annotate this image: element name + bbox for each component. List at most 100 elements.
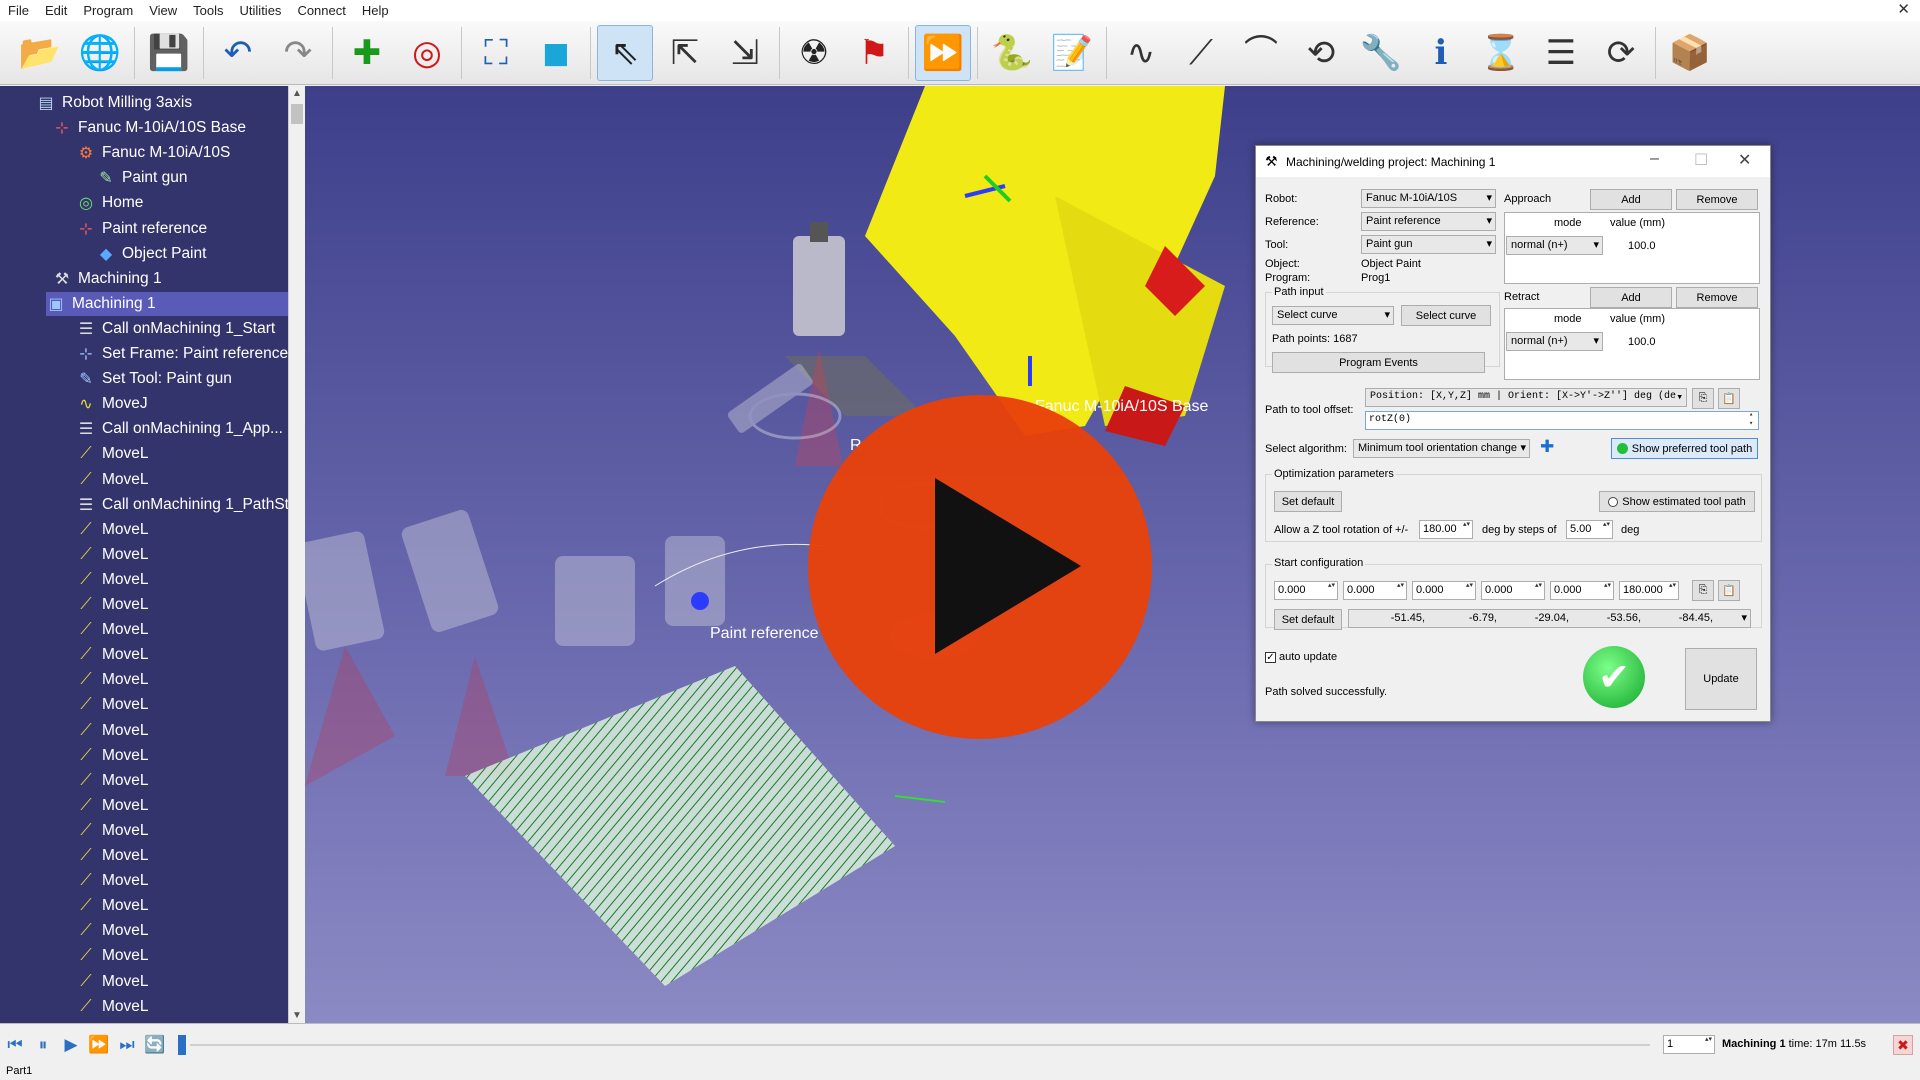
stop-icon[interactable]: ✖ bbox=[1893, 1035, 1913, 1055]
timeline-track[interactable] bbox=[190, 1044, 1650, 1046]
tree-item[interactable]: ▣ Machining 1 bbox=[46, 291, 288, 316]
retract-value[interactable]: 100.0 bbox=[1628, 336, 1656, 348]
tree-item[interactable]: ☰ Call onMachining 1_Start bbox=[76, 317, 275, 341]
speed-spin[interactable]: 1 bbox=[1663, 1035, 1715, 1054]
tree-item[interactable]: ⚒ Machining 1 bbox=[52, 267, 162, 291]
paste-icon[interactable]: 📋 bbox=[1718, 388, 1740, 409]
path-input-select[interactable]: Select curve bbox=[1272, 306, 1394, 325]
robot-select[interactable]: Fanuc M-10iA/10S bbox=[1361, 189, 1496, 208]
fit-all-icon[interactable]: ⛶ bbox=[468, 25, 524, 81]
tree-item[interactable]: ◆ Object Paint bbox=[96, 242, 207, 266]
menu-connect[interactable]: Connect bbox=[289, 3, 353, 18]
tree-item[interactable]: ⟋ MoveL bbox=[76, 719, 148, 743]
program-instruction-icon[interactable]: ☰ bbox=[1533, 25, 1589, 81]
minimize-button[interactable]: – bbox=[1650, 150, 1659, 168]
python-icon[interactable]: 🐍 bbox=[984, 25, 1040, 81]
tree-item[interactable]: ⟋ MoveL bbox=[76, 769, 148, 793]
approach-add-button[interactable]: Add bbox=[1590, 189, 1672, 210]
copy-icon[interactable]: ⎘ bbox=[1692, 388, 1714, 409]
refresh-icon[interactable]: ⟳ bbox=[1593, 25, 1649, 81]
package-icon[interactable]: 📦 bbox=[1662, 25, 1718, 81]
opt-set-default-button[interactable]: Set default bbox=[1274, 491, 1342, 512]
add-frame-icon[interactable]: ✚ bbox=[339, 25, 395, 81]
tree-item[interactable]: ⟋ MoveL bbox=[76, 518, 148, 542]
tree-item[interactable]: ⟋ MoveL bbox=[76, 819, 148, 843]
tree-item[interactable]: ▤ Robot Milling 3axis bbox=[36, 91, 192, 115]
tree-item[interactable]: ⟋ MoveL bbox=[76, 744, 148, 768]
play-icon[interactable]: ▶ bbox=[59, 1034, 83, 1056]
menu-help[interactable]: Help bbox=[354, 3, 397, 18]
tree-item[interactable]: ⊹ Set Frame: Paint reference bbox=[76, 342, 288, 366]
path-offset-input[interactable]: rotZ(0) bbox=[1365, 411, 1759, 430]
joint-spin-5[interactable]: 0.000 bbox=[1550, 581, 1614, 600]
tree-item[interactable]: ⟋ MoveL bbox=[76, 593, 148, 617]
joint-spin-2[interactable]: 0.000 bbox=[1343, 581, 1407, 600]
tree-item[interactable]: ⟋ MoveL bbox=[76, 668, 148, 692]
tree-item[interactable]: ⟋ MoveL bbox=[76, 468, 148, 492]
redo-icon[interactable]: ↷ bbox=[270, 25, 326, 81]
retract-mode-select[interactable]: normal (n+) bbox=[1506, 332, 1603, 351]
reference-select[interactable]: Paint reference bbox=[1361, 212, 1496, 231]
tree-item[interactable]: ⟋ MoveL bbox=[76, 618, 148, 642]
tree-item[interactable]: ⟋ MoveL bbox=[76, 543, 148, 567]
approach-remove-button[interactable]: Remove bbox=[1676, 189, 1758, 210]
loop-icon[interactable]: 🔄 bbox=[143, 1034, 167, 1056]
set-frame-icon[interactable]: ⟲ bbox=[1293, 25, 1349, 81]
menu-file[interactable]: File bbox=[0, 3, 37, 18]
approach-value[interactable]: 100.0 bbox=[1628, 240, 1656, 252]
tree-item[interactable]: ⚙ Fanuc M-10iA/10S bbox=[76, 141, 231, 165]
tree-item[interactable]: ⟋ MoveL bbox=[76, 643, 148, 667]
scroll-thumb[interactable] bbox=[291, 104, 303, 124]
close-app-button[interactable]: ✕ bbox=[1897, 0, 1910, 18]
select-curve-button[interactable]: Select curve bbox=[1401, 305, 1491, 326]
maximize-button[interactable]: ☐ bbox=[1694, 150, 1708, 170]
tree-item[interactable]: ⟋ MoveL bbox=[76, 844, 148, 868]
station-tree[interactable]: ▤ Robot Milling 3axis ⊹ Fanuc M-10iA/10S Ba… bbox=[0, 86, 288, 1023]
joint-spin-6[interactable]: 180.000 bbox=[1619, 581, 1679, 600]
tree-item[interactable]: ⟋ MoveL bbox=[76, 794, 148, 818]
flag-icon[interactable]: ⚑ bbox=[846, 25, 902, 81]
add-target-icon[interactable]: ◎ bbox=[399, 25, 455, 81]
tree-item[interactable]: ⟋ MoveL bbox=[76, 894, 148, 918]
approach-mode-select[interactable]: normal (n+) bbox=[1506, 236, 1603, 255]
update-button[interactable]: Update bbox=[1685, 648, 1757, 710]
save-icon[interactable]: 💾 bbox=[141, 25, 197, 81]
tree-item[interactable]: ⟋ MoveL bbox=[76, 568, 148, 592]
tree-item[interactable]: ⟋ MoveL bbox=[76, 919, 148, 943]
config-paste-icon[interactable]: 📋 bbox=[1718, 580, 1740, 601]
joint-spin-1[interactable]: 0.000 bbox=[1274, 581, 1338, 600]
timeline-slider-handle[interactable] bbox=[178, 1035, 186, 1055]
skip-end-icon[interactable]: ⏭ bbox=[115, 1034, 139, 1056]
joint-spin-4[interactable]: 0.000 bbox=[1481, 581, 1545, 600]
menu-program[interactable]: Program bbox=[75, 3, 141, 18]
open-icon[interactable]: 📂 bbox=[12, 25, 68, 81]
tree-item[interactable]: ⟋ MoveL bbox=[76, 995, 148, 1019]
add-algorithm-icon[interactable]: ✚ bbox=[1540, 437, 1554, 457]
movec-icon[interactable]: ⌒ bbox=[1233, 25, 1289, 81]
tree-item[interactable]: ⊹ Paint reference bbox=[76, 217, 207, 241]
info-icon[interactable]: ℹ bbox=[1413, 25, 1469, 81]
tree-item[interactable]: ☰ Call onMachining 1_PathSt bbox=[76, 493, 288, 517]
auto-update-checkbox[interactable]: ✓ auto update bbox=[1265, 651, 1337, 663]
tree-item[interactable]: ⟋ MoveL bbox=[76, 442, 148, 466]
tree-item[interactable]: ⟋ MoveL bbox=[76, 693, 148, 717]
undo-icon[interactable]: ↶ bbox=[210, 25, 266, 81]
tree-item[interactable]: ✎ Set Tool: Paint gun bbox=[76, 367, 232, 391]
config-copy-icon[interactable]: ⎘ bbox=[1692, 580, 1714, 601]
retract-remove-button[interactable]: Remove bbox=[1676, 287, 1758, 308]
move-frame-icon[interactable]: ⇱ bbox=[657, 25, 713, 81]
web-icon[interactable]: 🌐 bbox=[72, 25, 128, 81]
fast-forward-icon[interactable]: ⏩ bbox=[87, 1034, 111, 1056]
tool-select[interactable]: Paint gun bbox=[1361, 235, 1496, 254]
pause-icon[interactable]: ⏸ bbox=[31, 1034, 55, 1056]
tree-item[interactable]: ✎ Paint gun bbox=[96, 166, 187, 190]
skip-start-icon[interactable]: ⏮ bbox=[3, 1034, 27, 1056]
tree-item[interactable]: ⊹ Fanuc M-10iA/10S Base bbox=[52, 116, 246, 140]
retract-add-button[interactable]: Add bbox=[1590, 287, 1672, 308]
move-object-icon[interactable]: ⇲ bbox=[717, 25, 773, 81]
show-preferred-path-button[interactable]: Show preferred tool path bbox=[1611, 438, 1758, 459]
tree-item[interactable]: ◎ Home bbox=[76, 191, 143, 215]
collision-icon[interactable]: ☢ bbox=[786, 25, 842, 81]
show-estimated-toggle[interactable]: Show estimated tool path bbox=[1599, 491, 1755, 512]
menu-edit[interactable]: Edit bbox=[37, 3, 75, 18]
